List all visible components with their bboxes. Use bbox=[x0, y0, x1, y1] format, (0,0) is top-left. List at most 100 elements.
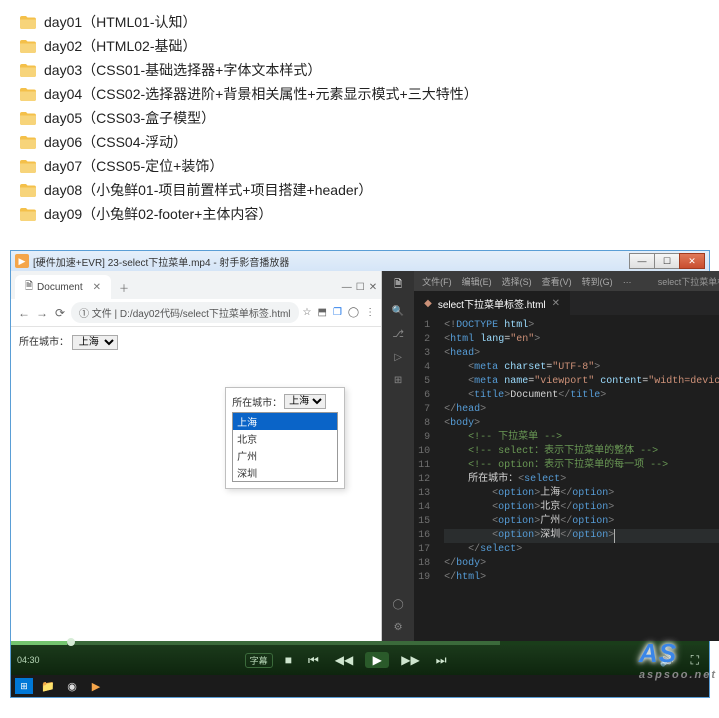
dropdown-options: 上海北京广州深圳 bbox=[232, 412, 338, 482]
folder-icon bbox=[20, 88, 36, 101]
vscode-menu: 文件(F) 编辑(E) 选择(S) 查看(V) 转到(G) … bbox=[422, 275, 632, 288]
browser-tab[interactable]: 🗎 Document ✕ bbox=[15, 275, 111, 300]
menu-item[interactable]: … bbox=[623, 275, 632, 288]
new-tab-button[interactable]: ＋ bbox=[115, 280, 133, 295]
menu-icon[interactable]: ⋮ bbox=[365, 307, 375, 318]
folder-icon bbox=[20, 160, 36, 173]
browser-close-icon[interactable]: ✕ bbox=[369, 282, 377, 293]
explorer-icon[interactable]: 🗎 bbox=[394, 277, 402, 294]
folder-item[interactable]: day04（CSS02-选择器进阶+背景相关属性+元素显示模式+三大特性） bbox=[20, 82, 699, 106]
close-button[interactable]: ✕ bbox=[679, 253, 705, 269]
search-icon[interactable]: 🔍 bbox=[392, 306, 404, 317]
panel-label: 所在城市： bbox=[232, 394, 282, 409]
stop-button[interactable]: ■ bbox=[281, 653, 296, 667]
folder-item[interactable]: day05（CSS03-盒子模型） bbox=[20, 106, 699, 130]
subtitle-button[interactable]: 字幕 bbox=[245, 653, 273, 668]
menu-item[interactable]: 查看(V) bbox=[542, 275, 572, 288]
window-title: [硬件加速+EVR] 23-select下拉菜单.mp4 - 射手影音播放器 bbox=[33, 254, 630, 269]
menu-item[interactable]: 转到(G) bbox=[582, 275, 613, 288]
back-button[interactable]: ← bbox=[17, 306, 31, 320]
forward-button[interactable]: → bbox=[35, 306, 49, 320]
folder-label: day04（CSS02-选择器进阶+背景相关属性+元素显示模式+三大特性） bbox=[44, 84, 478, 104]
reload-button[interactable]: ⟳ bbox=[53, 306, 67, 320]
menu-item[interactable]: 编辑(E) bbox=[462, 275, 492, 288]
editor-tab-label: select下拉菜单标签.html bbox=[438, 296, 546, 311]
menu-item[interactable]: 选择(S) bbox=[502, 275, 532, 288]
page-content: 所在城市： 上海 所在城市： 上海 上海北京广州深圳 bbox=[11, 327, 381, 641]
time-display: 04:30 bbox=[17, 655, 40, 665]
folder-item[interactable]: day08（小兔鲜01-项目前置样式+项目搭建+header） bbox=[20, 178, 699, 202]
folder-item[interactable]: day07（CSS05-定位+装饰） bbox=[20, 154, 699, 178]
browser-min-icon[interactable]: — bbox=[342, 282, 352, 293]
rewind-button[interactable]: ◀◀ bbox=[331, 653, 357, 667]
folder-item[interactable]: day06（CSS04-浮动） bbox=[20, 130, 699, 154]
line-numbers: 12345678910111213141516171819 bbox=[414, 315, 438, 641]
folder-item[interactable]: day02（HTML02-基础） bbox=[20, 34, 699, 58]
browser-toolbar: ← → ⟳ ① 文件 | D:/day02代码/select下拉菜单标签.htm… bbox=[11, 299, 381, 327]
address-bar[interactable]: ① 文件 | D:/day02代码/select下拉菜单标签.html bbox=[71, 302, 299, 323]
vscode-title-text: select下拉菜单标签.html - day02代码 - Visu… bbox=[632, 275, 719, 288]
taskbar-app-chrome[interactable]: ◉ bbox=[63, 678, 81, 694]
folder-icon bbox=[20, 208, 36, 221]
folder-label: day08（小兔鲜01-项目前置样式+项目搭建+header） bbox=[44, 180, 372, 200]
bookmark-icon[interactable]: ❐ bbox=[333, 307, 342, 318]
floating-panel: 所在城市： 上海 上海北京广州深圳 bbox=[225, 387, 345, 489]
player-controls: 04:30 字幕 ■ ⏮ ◀◀ ▶ ▶▶ ⏭ 🔊 ⛶ bbox=[11, 645, 709, 675]
folder-icon bbox=[20, 16, 36, 29]
vscode-titlebar: 文件(F) 编辑(E) 选择(S) 查看(V) 转到(G) … select下拉菜单标签.… bbox=[414, 271, 719, 291]
profile-icon[interactable]: ◯ bbox=[348, 307, 359, 318]
browser-max-icon[interactable]: ☐ bbox=[356, 282, 365, 293]
taskbar-app-player[interactable]: ▶ bbox=[87, 678, 105, 694]
git-icon[interactable]: ⎇ bbox=[392, 329, 404, 340]
folder-label: day06（CSS04-浮动） bbox=[44, 132, 187, 152]
prev-button[interactable]: ⏮ bbox=[304, 653, 323, 668]
folder-item[interactable]: day03（CSS01-基础选择器+字体文本样式） bbox=[20, 58, 699, 82]
window-titlebar: ▶ [硬件加速+EVR] 23-select下拉菜单.mp4 - 射手影音播放器… bbox=[11, 251, 709, 271]
folder-label: day09（小兔鲜02-footer+主体内容） bbox=[44, 204, 272, 224]
taskbar-app-explorer[interactable]: 📁 bbox=[39, 678, 57, 694]
next-button[interactable]: ⏭ bbox=[432, 653, 451, 668]
dropdown-option[interactable]: 北京 bbox=[233, 430, 337, 447]
forward-button[interactable]: ▶▶ bbox=[397, 653, 423, 667]
minimize-button[interactable]: — bbox=[629, 253, 655, 269]
folder-label: day07（CSS05-定位+装饰） bbox=[44, 156, 223, 176]
editor-tabs: ◆ select下拉菜单标签.html ✕ ▤ ⋯ bbox=[414, 291, 719, 315]
progress-bar[interactable] bbox=[11, 641, 709, 645]
debug-icon[interactable]: ▷ bbox=[394, 352, 402, 363]
folder-icon bbox=[20, 64, 36, 77]
app-icon: ▶ bbox=[15, 254, 29, 268]
activity-bar: 🗎 🔍 ⎇ ▷ ⊞ ◯ ⚙ bbox=[382, 271, 414, 641]
maximize-button[interactable]: ☐ bbox=[654, 253, 680, 269]
dropdown-option[interactable]: 广州 bbox=[233, 447, 337, 464]
panel-select[interactable]: 上海 bbox=[284, 394, 326, 409]
start-button[interactable]: ⊞ bbox=[15, 678, 33, 694]
folder-icon bbox=[20, 112, 36, 125]
folder-icon bbox=[20, 40, 36, 53]
dropdown-option[interactable]: 上海 bbox=[233, 413, 337, 430]
tab-close-icon[interactable]: ✕ bbox=[552, 298, 560, 309]
extensions-icon[interactable]: ⬒ bbox=[318, 307, 327, 318]
folder-item[interactable]: day01（HTML01-认知） bbox=[20, 10, 699, 34]
share-icon[interactable]: ☆ bbox=[303, 307, 312, 318]
watermark: AS aspsoo.net bbox=[639, 638, 717, 681]
city-select[interactable]: 上海 bbox=[72, 335, 118, 350]
code-editor[interactable]: 12345678910111213141516171819 <!DOCTYPE … bbox=[414, 315, 719, 641]
account-icon[interactable]: ◯ bbox=[393, 599, 404, 610]
play-button[interactable]: ▶ bbox=[365, 652, 389, 668]
code-area[interactable]: <!DOCTYPE html><html lang="en"><head> <m… bbox=[438, 315, 719, 641]
tab-favicon: 🗎 bbox=[25, 279, 33, 296]
menu-item[interactable]: 文件(F) bbox=[422, 275, 452, 288]
folder-label: day05（CSS03-盒子模型） bbox=[44, 108, 215, 128]
settings-icon[interactable]: ⚙ bbox=[394, 622, 403, 633]
dropdown-option[interactable]: 深圳 bbox=[233, 464, 337, 481]
video-player-window: ▶ [硬件加速+EVR] 23-select下拉菜单.mp4 - 射手影音播放器… bbox=[10, 250, 710, 698]
folder-icon bbox=[20, 136, 36, 149]
extensions-icon[interactable]: ⊞ bbox=[394, 375, 402, 386]
city-label: 所在城市： bbox=[19, 337, 69, 348]
progress-knob[interactable] bbox=[67, 638, 75, 646]
tab-close-icon[interactable]: ✕ bbox=[93, 282, 101, 293]
editor-tab[interactable]: ◆ select下拉菜单标签.html ✕ bbox=[414, 291, 571, 315]
taskbar: ⊞ 📁 ◉ ▶ bbox=[11, 675, 709, 697]
folder-icon bbox=[20, 184, 36, 197]
folder-item[interactable]: day09（小兔鲜02-footer+主体内容） bbox=[20, 202, 699, 226]
